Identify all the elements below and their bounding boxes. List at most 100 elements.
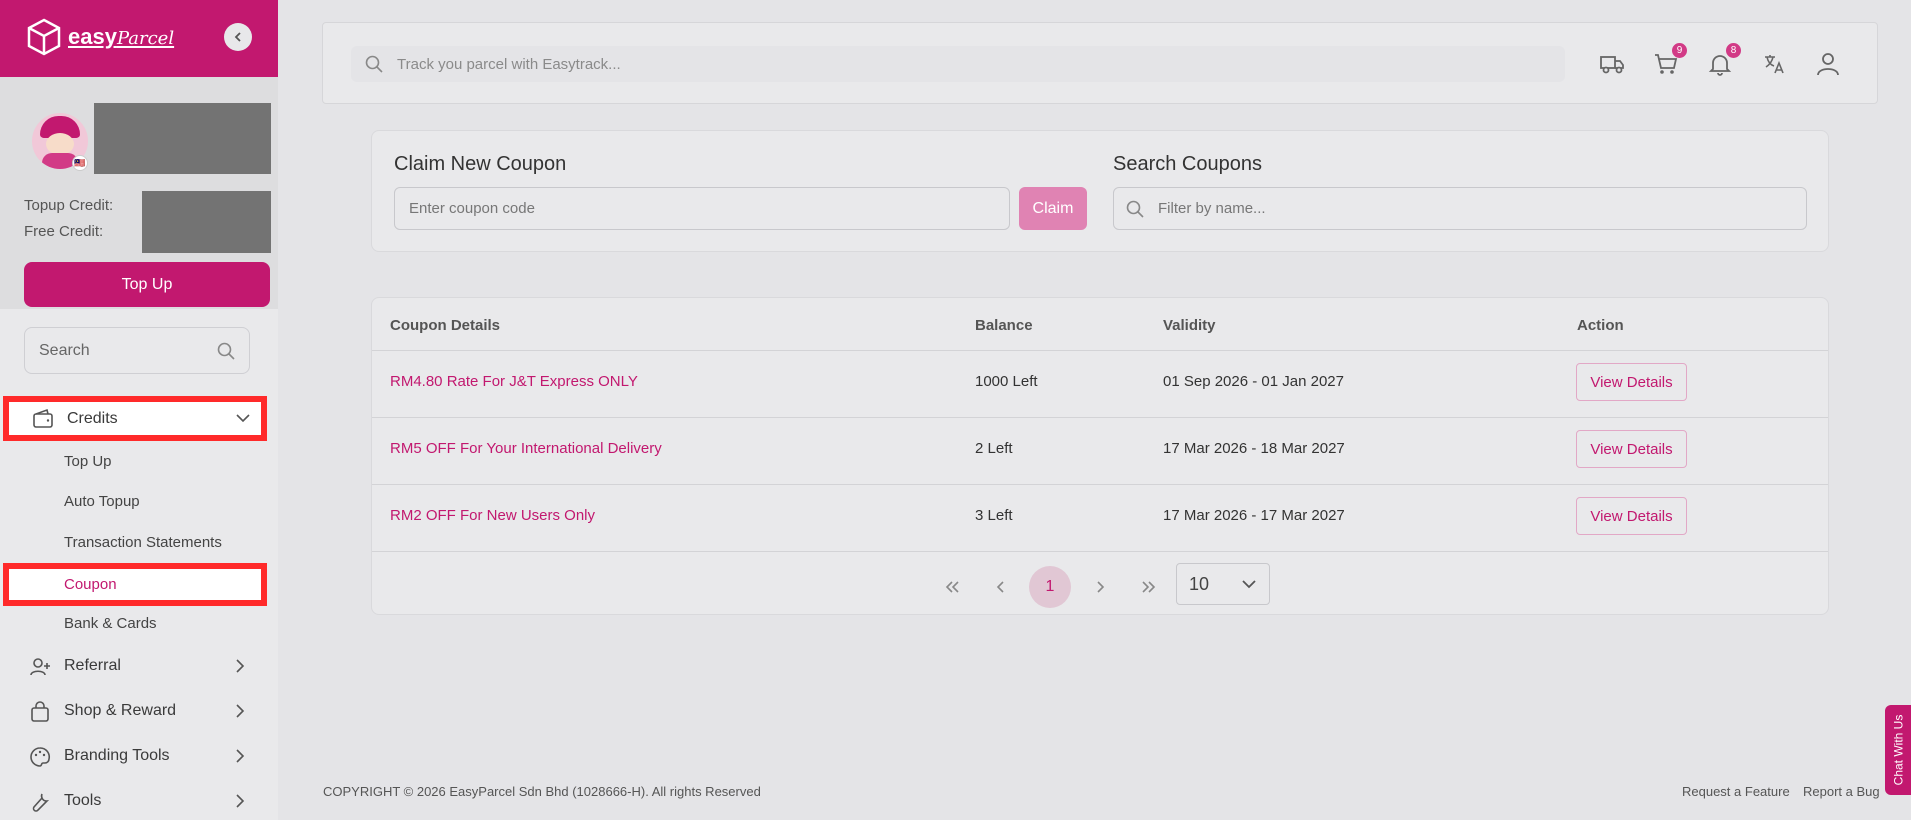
coupon-filter-input[interactable]: Filter by name... xyxy=(1113,187,1807,230)
claim-coupon-title: Claim New Coupon xyxy=(394,153,567,175)
notifications-button[interactable]: 8 xyxy=(1705,43,1741,79)
last-page-button[interactable] xyxy=(1128,566,1170,608)
page-button-current[interactable]: 1 xyxy=(1029,566,1071,608)
chat-with-us-button[interactable]: Chat With Us xyxy=(1885,705,1911,795)
profile-panel: 🇲🇾 Topup Credit: Free Credit: Top Up xyxy=(0,77,278,309)
search-icon xyxy=(365,55,383,73)
account-button[interactable] xyxy=(1813,49,1843,79)
coupon-name-link[interactable]: RM5 OFF For Your International Delivery xyxy=(390,440,662,457)
notification-count-badge: 8 xyxy=(1726,43,1741,58)
coupon-name-link[interactable]: RM2 OFF For New Users Only xyxy=(390,507,595,524)
parcel-box-icon xyxy=(27,18,61,56)
page-size-select[interactable]: 10 xyxy=(1176,563,1270,605)
chevron-right-icon xyxy=(236,659,245,673)
view-details-button[interactable]: View Details xyxy=(1576,497,1687,535)
coupon-table: Coupon Details Balance Validity Action R… xyxy=(371,297,1829,615)
chevron-down-icon xyxy=(236,414,250,423)
top-bar: Track you parcel with Easytrack... 9 8 xyxy=(322,22,1878,104)
sidebar-subitem-coupon[interactable]: Coupon xyxy=(3,563,267,606)
coupon-code-placeholder: Enter coupon code xyxy=(409,200,535,217)
sidebar-item-shop-reward[interactable]: Shop & Reward xyxy=(0,689,278,733)
column-header-action: Action xyxy=(1577,317,1624,334)
logo-text: easyParcel xyxy=(68,24,175,49)
coupon-code-input[interactable]: Enter coupon code xyxy=(394,187,1010,230)
sidebar-subitem-auto-topup[interactable]: Auto Topup xyxy=(64,493,140,510)
sidebar-subitem-top-up[interactable]: Top Up xyxy=(64,453,112,470)
sidebar-search-input[interactable]: Search xyxy=(24,327,250,374)
chevron-right-icon xyxy=(236,749,245,763)
coupon-validity: 17 Mar 2026 - 18 Mar 2027 xyxy=(1163,440,1345,457)
chevron-right-icon xyxy=(236,704,245,718)
sidebar-subitem-transaction-statements[interactable]: Transaction Statements xyxy=(64,534,222,551)
previous-page-button[interactable] xyxy=(980,566,1022,608)
table-row: RM4.80 Rate For J&T Express ONLY 1000 Le… xyxy=(372,350,1828,417)
first-page-button[interactable] xyxy=(931,566,973,608)
chevron-right-icon xyxy=(236,794,245,808)
free-credit-label: Free Credit: xyxy=(24,223,104,240)
wrench-icon xyxy=(32,793,50,812)
column-header-balance: Balance xyxy=(975,317,1033,334)
chat-label: Chat With Us xyxy=(1891,714,1905,786)
truck-icon xyxy=(1600,56,1624,74)
user-icon xyxy=(1817,53,1839,76)
coupon-balance: 1000 Left xyxy=(975,373,1038,390)
sidebar-item-label: Shop & Reward xyxy=(64,702,177,719)
easytrack-search-input[interactable]: Track you parcel with Easytrack... xyxy=(351,46,1565,82)
pagination: 1 10 xyxy=(372,551,1828,615)
search-icon xyxy=(217,342,235,360)
sidebar-item-tools[interactable]: Tools xyxy=(0,779,278,820)
report-bug-link[interactable]: Report a Bug xyxy=(1803,784,1880,799)
coupon-validity: 01 Sep 2026 - 01 Jan 2027 xyxy=(1163,373,1344,390)
claim-coupon-card: Claim New Coupon Enter coupon code Claim… xyxy=(371,130,1829,252)
column-header-coupon-details: Coupon Details xyxy=(390,317,501,334)
easyparcel-logo[interactable]: easyParcel xyxy=(26,18,174,56)
masked-user-info xyxy=(94,103,271,174)
coupon-balance: 2 Left xyxy=(975,440,1013,457)
collapse-sidebar-button[interactable] xyxy=(224,23,252,51)
coupon-filter-placeholder: Filter by name... xyxy=(1158,200,1266,217)
cart-button[interactable]: 9 xyxy=(1651,43,1687,79)
palette-icon xyxy=(30,747,51,767)
copyright-text: COPYRIGHT © 2026 EasyParcel Sdn Bhd (102… xyxy=(323,784,761,799)
sidebar-item-label: Credits xyxy=(67,409,118,427)
sidebar-subitem-bank-cards[interactable]: Bank & Cards xyxy=(64,615,157,632)
brand-bar: easyParcel xyxy=(0,0,278,77)
double-chevron-right-icon xyxy=(1142,581,1156,593)
cart-count-badge: 9 xyxy=(1672,43,1687,58)
claim-button[interactable]: Claim xyxy=(1019,187,1087,230)
chevron-left-icon xyxy=(234,32,241,42)
coupon-balance: 3 Left xyxy=(975,507,1013,524)
sidebar-search-placeholder: Search xyxy=(39,341,90,359)
sidebar: easyParcel 🇲🇾 Topup Credit: Free Credit:… xyxy=(0,0,278,820)
translate-icon xyxy=(1765,55,1784,74)
shopping-bag-icon xyxy=(31,701,49,722)
chevron-down-icon xyxy=(1242,580,1256,589)
easytrack-placeholder: Track you parcel with Easytrack... xyxy=(397,55,621,73)
view-details-button[interactable]: View Details xyxy=(1576,363,1687,401)
user-plus-icon xyxy=(30,658,50,676)
table-row: RM2 OFF For New Users Only 3 Left 17 Mar… xyxy=(372,484,1828,551)
sidebar-item-referral[interactable]: Referral xyxy=(0,644,278,688)
sidebar-item-credits[interactable]: Credits xyxy=(3,396,267,441)
shipment-button[interactable] xyxy=(1597,49,1627,79)
sidebar-item-branding-tools[interactable]: Branding Tools xyxy=(0,734,278,778)
sidebar-item-label: Referral xyxy=(64,657,121,674)
search-icon xyxy=(1126,200,1144,218)
next-page-button[interactable] xyxy=(1079,566,1121,608)
table-row: RM5 OFF For Your International Delivery … xyxy=(372,417,1828,484)
country-flag-icon: 🇲🇾 xyxy=(72,155,88,171)
wallet-icon xyxy=(33,408,53,428)
language-button[interactable] xyxy=(1759,49,1789,79)
masked-credit-values xyxy=(142,191,271,253)
chevron-left-icon xyxy=(996,581,1004,593)
column-header-validity: Validity xyxy=(1163,317,1216,334)
sidebar-item-label: Branding Tools xyxy=(64,747,170,764)
coupon-validity: 17 Mar 2026 - 17 Mar 2027 xyxy=(1163,507,1345,524)
search-coupons-title: Search Coupons xyxy=(1113,153,1262,175)
topup-credit-label: Topup Credit: xyxy=(24,197,114,214)
view-details-button[interactable]: View Details xyxy=(1576,430,1687,468)
page-size-value: 10 xyxy=(1189,573,1210,594)
request-feature-link[interactable]: Request a Feature xyxy=(1682,784,1790,799)
top-up-button[interactable]: Top Up xyxy=(24,262,270,307)
coupon-name-link[interactable]: RM4.80 Rate For J&T Express ONLY xyxy=(390,373,638,390)
